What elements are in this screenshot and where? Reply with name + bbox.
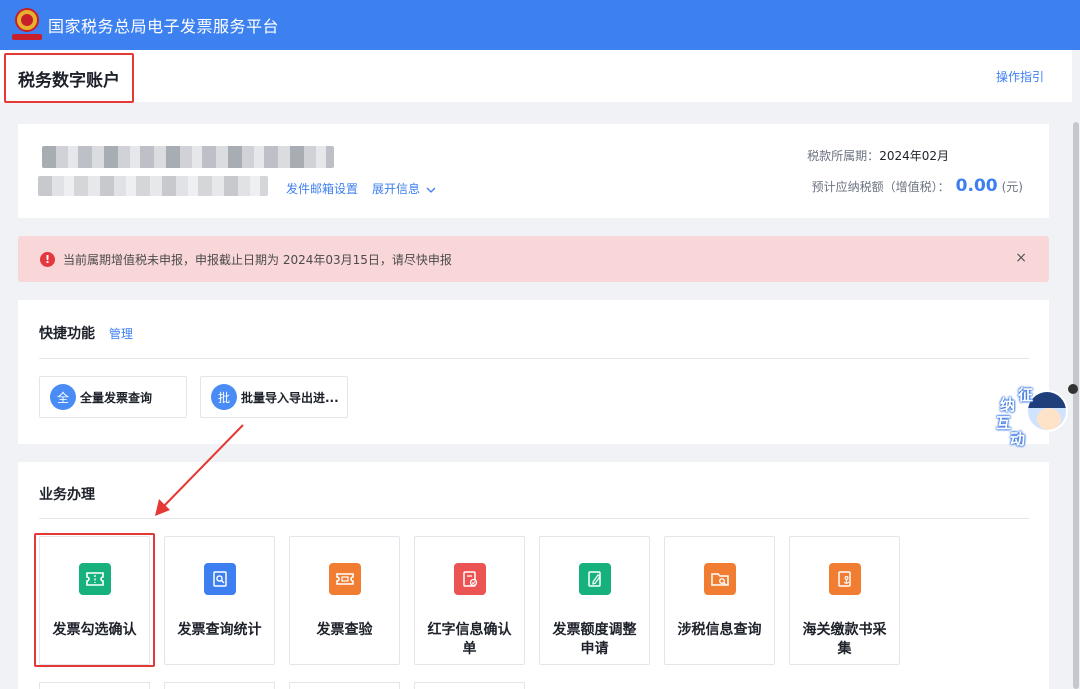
platform-title: 国家税务总局电子发票服务平台: [48, 17, 280, 36]
quick-batch-import-export-button[interactable]: 批 批量导入导出进...: [200, 376, 348, 418]
tile-label: 发票查验: [316, 622, 373, 638]
tile[interactable]: [289, 682, 400, 689]
top-header-bar: 国家税务总局电子发票服务平台: [0, 0, 1080, 50]
tile-label: 发票额度调整申请: [552, 622, 637, 657]
edit-document-icon: [579, 563, 611, 595]
highlight-box: [34, 533, 155, 667]
tile-tax-info-query[interactable]: 涉税信息查询: [664, 536, 775, 665]
folder-search-icon: [704, 563, 736, 595]
tile-quota-adjust-apply[interactable]: 发票额度调整申请: [539, 536, 650, 665]
anchor-document-icon: [829, 563, 861, 595]
assistant-collapse-button[interactable]: [1068, 384, 1078, 394]
redacted-company-name: [42, 146, 334, 168]
tile[interactable]: [414, 682, 525, 689]
divider: [39, 518, 1029, 519]
assistant-char: 征: [1018, 386, 1034, 404]
tile-label: 发票查询统计: [177, 622, 262, 638]
operation-guide-link[interactable]: 操作指引: [996, 68, 1044, 85]
red-document-icon: [454, 563, 486, 595]
assistant-char: 互: [996, 414, 1012, 432]
mailbox-settings-link[interactable]: 发件邮箱设置: [286, 180, 358, 197]
tile-label: 海关缴款书采集: [802, 622, 887, 657]
quick-functions-title: 快捷功能: [39, 326, 95, 342]
page-title: 税务数字账户: [4, 53, 134, 103]
page-scrollbar[interactable]: [1072, 102, 1080, 689]
quick-functions-card: 快捷功能 管理 全 全量发票查询 批 批量导入导出进...: [18, 300, 1049, 444]
document-search-icon: [204, 563, 236, 595]
estimated-tax-unit: (元): [1001, 180, 1023, 194]
tile-label: 涉税信息查询: [677, 622, 762, 638]
chevron-down-icon: [426, 187, 436, 193]
alert-message: 当前属期增值税未申报，申报截止日期为 2024年03月15日，请尽快申报: [63, 252, 452, 267]
business-card: 业务办理 发票勾选确认 发票查询统计 发票查验 红字信息确认单 发票额度调整申请: [18, 462, 1049, 689]
expand-info-label: 展开信息: [372, 182, 421, 196]
estimated-tax-row: 预计应纳税额（增值税）： 0.00 (元): [812, 176, 1023, 196]
divider: [39, 358, 1029, 359]
tile-customs-payment-collect[interactable]: 海关缴款书采集: [789, 536, 900, 665]
scrollbar-thumb[interactable]: [1073, 122, 1079, 689]
expand-info-link[interactable]: 展开信息: [372, 180, 436, 197]
estimated-tax-label: 预计应纳税额（增值税）：: [811, 180, 950, 194]
tax-period-row: 税款所属期：2024年02月: [807, 147, 949, 164]
declaration-alert: ! 当前属期增值税未申报，申报截止日期为 2024年03月15日，请尽快申报 ×: [18, 236, 1049, 282]
assistant-char: 动: [1010, 430, 1026, 448]
tax-emblem-icon: [12, 8, 42, 42]
quick-item-label: 全量发票查询: [80, 390, 153, 405]
tax-period-label: 税款所属期：: [807, 149, 880, 163]
tax-assistant-widget[interactable]: 征 纳 互 动: [996, 384, 1072, 450]
quick-badge-icon: 批: [211, 384, 237, 410]
estimated-tax-amount: 0.00: [955, 176, 998, 196]
business-title: 业务办理: [39, 487, 95, 503]
tile-invoice-verify[interactable]: 发票查验: [289, 536, 400, 665]
ticket-check-icon: [329, 563, 361, 595]
quick-badge-icon: 全: [50, 384, 76, 410]
quick-item-label: 批量导入导出进...: [241, 390, 339, 405]
warning-icon: !: [40, 251, 55, 267]
close-icon[interactable]: ×: [1015, 250, 1027, 266]
account-info-card: 发件邮箱设置 展开信息 税款所属期：2024年02月 预计应纳税额（增值税）： …: [18, 124, 1049, 218]
tile-red-letter-confirm[interactable]: 红字信息确认单: [414, 536, 525, 665]
manage-link[interactable]: 管理: [109, 325, 133, 342]
quick-full-invoice-query-button[interactable]: 全 全量发票查询: [39, 376, 187, 418]
tile-invoice-query-stats[interactable]: 发票查询统计: [164, 536, 275, 665]
sub-header: 税务数字账户 操作指引: [0, 50, 1072, 103]
tile[interactable]: [164, 682, 275, 689]
tile-label: 红字信息确认单: [427, 622, 512, 657]
tile[interactable]: [39, 682, 150, 689]
redacted-tax-id: [38, 176, 268, 196]
tax-period-value: 2024年02月: [879, 149, 949, 163]
